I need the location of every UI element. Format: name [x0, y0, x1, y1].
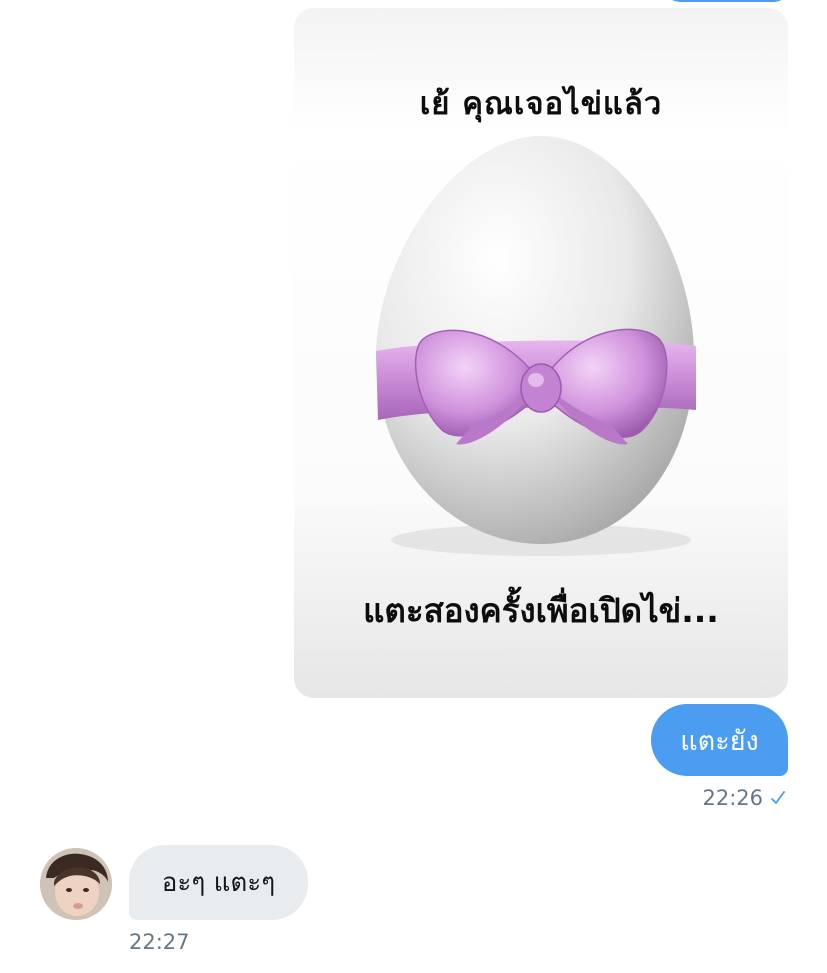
egg-image-message[interactable]: เย้ คุณเจอไข่แล้ว แตะสองครั้งเพื่อเปิดไข… [294, 8, 788, 698]
chat-screen: เย้ คุณเจอไข่แล้ว แตะสองครั้งเพื่อเปิดไข… [0, 0, 827, 973]
image-title: เย้ คุณเจอไข่แล้ว [419, 86, 663, 122]
avatar-face-icon [40, 848, 112, 920]
sent-message-meta: 22:26 [702, 786, 787, 810]
avatar[interactable] [40, 848, 112, 920]
received-message-time: 22:27 [129, 930, 190, 954]
received-message-text: อะๆ แตะๆ [161, 868, 276, 898]
check-icon [771, 791, 785, 804]
sent-message-bubble[interactable]: แตะยัง [651, 704, 788, 776]
sent-message-text: แตะยัง [680, 725, 759, 757]
received-message-bubble[interactable]: อะๆ แตะๆ [129, 845, 308, 920]
image-caption: แตะสองครั้งเพื่อเปิดไข่... [363, 591, 719, 630]
sent-message-time: 22:26 [702, 786, 763, 810]
previous-sent-bubble[interactable] [656, 0, 788, 2]
